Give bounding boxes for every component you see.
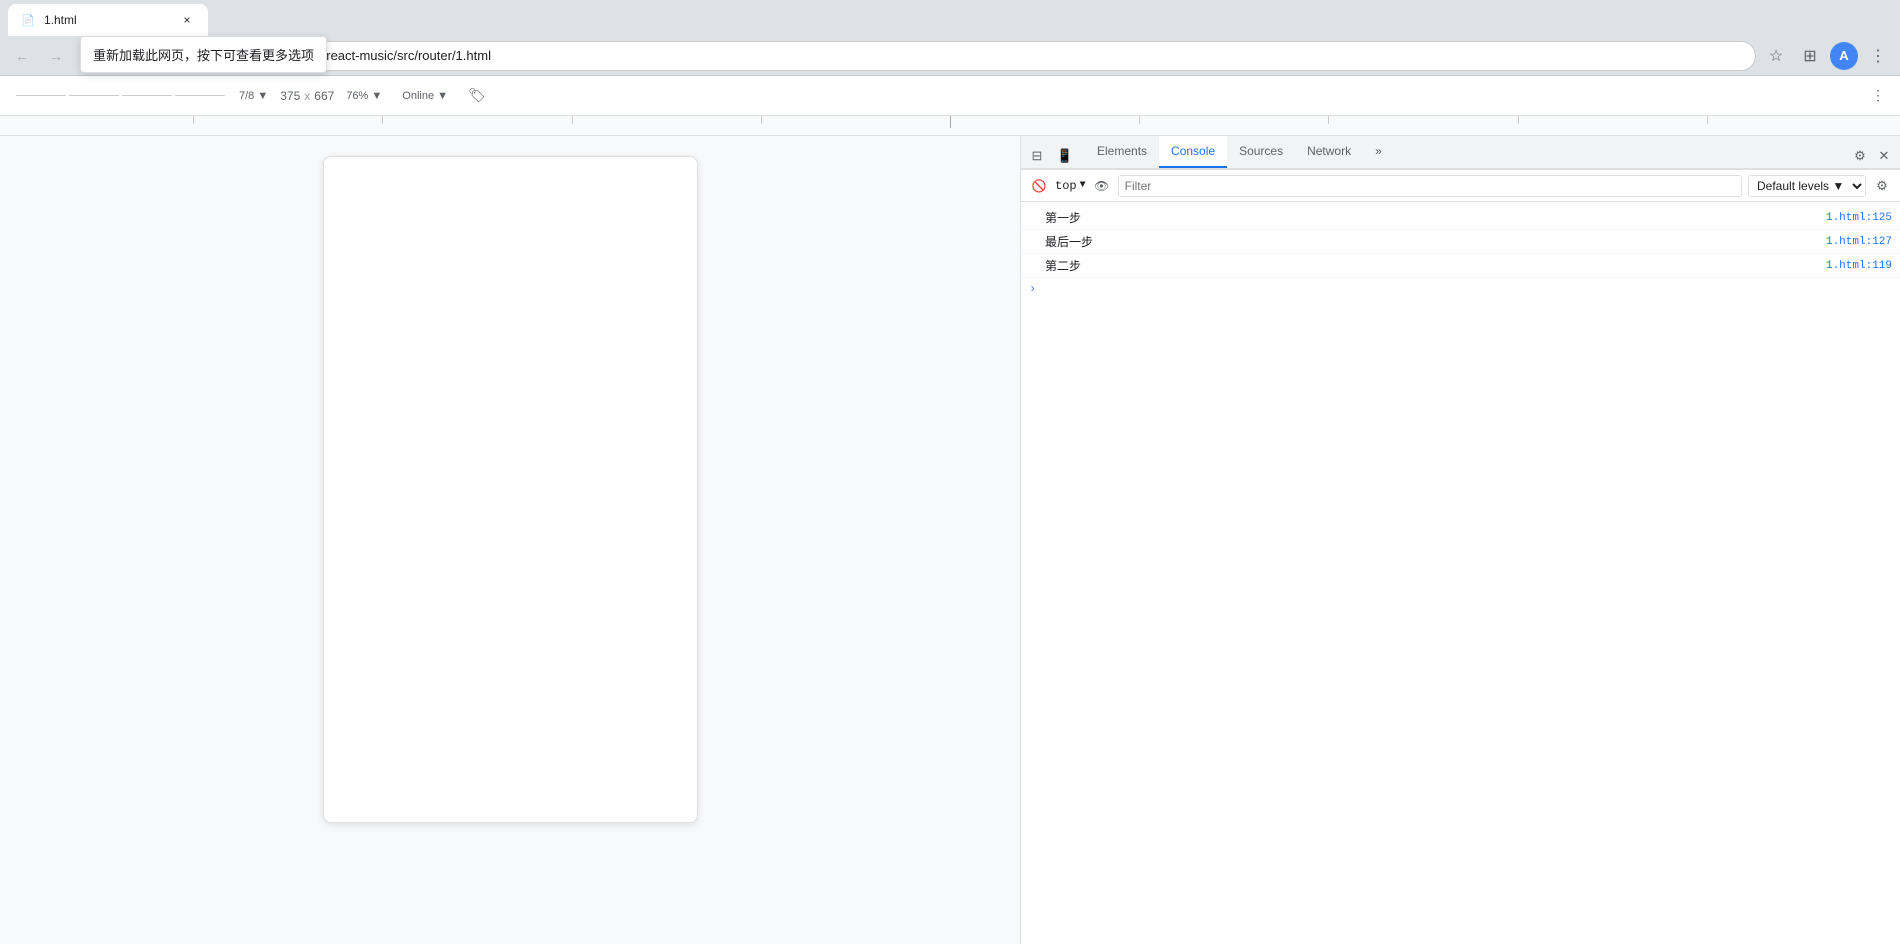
mobile-frame [323, 156, 698, 823]
tab-network[interactable]: Network [1295, 136, 1363, 168]
dimensions-display: 7/8 ▼ 375 x 667 76% ▼ Online ▼ 🏷 [231, 84, 494, 108]
tab-sources[interactable]: Sources [1227, 136, 1295, 168]
console-context-value: top [1055, 179, 1077, 193]
extensions-button[interactable]: ⊞ [1796, 42, 1824, 70]
tab-console-label: Console [1171, 144, 1215, 158]
width-value: 375 [280, 89, 300, 103]
console-entry-2[interactable]: 第二步 1.html:119 [1021, 254, 1900, 278]
console-entry-0[interactable]: 第一步 1.html:125 [1021, 206, 1900, 230]
entry-source-1[interactable]: 1.html:127 [1826, 236, 1892, 248]
menu-icon: ⋮ [1870, 46, 1886, 66]
console-prompt[interactable]: › [1021, 278, 1900, 300]
devtools-dock-button[interactable]: ⊟ [1025, 144, 1049, 168]
tab-bar: 📄 1.html × [0, 0, 1900, 36]
gear-icon: ⚙ [1876, 178, 1888, 194]
zoom-button[interactable]: 76% ▼ [338, 84, 390, 108]
entry-text-0: 第一步 [1045, 209, 1826, 226]
console-output: 第一步 1.html:125 最后一步 1.html:127 第二步 1.htm… [1021, 202, 1900, 944]
network-button[interactable]: Online ▼ [394, 84, 456, 108]
devtools-tabs-row: ⊟ 📱 Elements Console Sources [1021, 136, 1900, 170]
responsive-toolbar: 7/8 ▼ 375 x 667 76% ▼ Online ▼ 🏷 ⋮ [0, 76, 1900, 116]
devtools-more-button[interactable]: ⋮ [1864, 82, 1892, 110]
prompt-arrow: › [1029, 282, 1036, 296]
ruler-bar [0, 116, 1900, 136]
star-icon: ☆ [1769, 46, 1783, 66]
menu-button[interactable]: ⋮ [1864, 42, 1892, 70]
tab-elements-label: Elements [1097, 144, 1147, 158]
browser-window: 📄 1.html × ← → ↻ 重新加载此网页，按下可查看更多选项 ⓘ 文件 … [0, 0, 1900, 944]
forward-icon: → [49, 48, 63, 64]
responsive-controls: 7/8 ▼ 375 x 667 76% ▼ Online ▼ 🏷 [8, 84, 502, 108]
address-bar[interactable]: ⓘ 文件 | C:/Users/86180/Desktop/react-musi… [110, 41, 1756, 71]
star-button[interactable]: ☆ [1762, 42, 1790, 70]
dimension-separator: x [304, 89, 310, 103]
entry-text-1: 最后一步 [1045, 233, 1826, 250]
console-clear-icon: 🚫 [1032, 179, 1047, 193]
tab-sources-label: Sources [1239, 144, 1283, 158]
tag-button[interactable]: 🏷 [460, 84, 494, 108]
eye-icon: 👁 [1094, 179, 1109, 193]
console-levels-select[interactable]: Default levels ▼ [1748, 175, 1866, 197]
tab-elements[interactable]: Elements [1085, 136, 1159, 168]
console-gear-button[interactable]: ⚙ [1872, 176, 1892, 196]
devtools-settings-button[interactable]: ⚙ [1848, 144, 1872, 168]
active-tab[interactable]: 📄 1.html × [8, 4, 208, 36]
back-button[interactable]: ← [8, 42, 36, 70]
reload-tooltip: 重新加载此网页，按下可查看更多选项 [80, 36, 327, 73]
tab-favicon: 📄 [20, 12, 36, 28]
address-bar-container: ⓘ 文件 | C:/Users/86180/Desktop/react-musi… [110, 41, 1756, 71]
extensions-icon: ⊞ [1803, 46, 1816, 66]
responsive-size-button[interactable]: 7/8 ▼ [231, 84, 276, 108]
chevron-down-icon: ▼ [1080, 180, 1086, 191]
console-context-selector[interactable]: top ▼ [1055, 175, 1086, 197]
entry-source-2[interactable]: 1.html:119 [1826, 260, 1892, 272]
devtools-mobile-button[interactable]: 📱 [1053, 144, 1077, 168]
entry-source-0[interactable]: 1.html:125 [1826, 212, 1892, 224]
devtools-close-icon: ✕ [1879, 148, 1890, 164]
devtools-panel: ⊟ 📱 Elements Console Sources [1020, 136, 1900, 944]
tab-network-label: Network [1307, 144, 1351, 158]
console-clear-button[interactable]: 🚫 [1029, 176, 1049, 196]
back-icon: ← [15, 48, 29, 64]
devtools-mobile-icon: 📱 [1057, 148, 1073, 164]
entry-text-2: 第二步 [1045, 257, 1826, 274]
tab-console[interactable]: Console [1159, 136, 1227, 168]
title-bar: ← → ↻ 重新加载此网页，按下可查看更多选项 ⓘ 文件 | C:/Users/… [0, 36, 1900, 76]
browser-viewport [0, 136, 1020, 944]
height-value: 667 [314, 89, 334, 103]
profile-avatar[interactable]: A [1830, 42, 1858, 70]
devtools-close-button[interactable]: ✕ [1872, 144, 1896, 168]
tab-more-label: » [1375, 144, 1382, 158]
tab-title: 1.html [44, 13, 170, 27]
devtools-settings-icon: ⚙ [1854, 148, 1866, 164]
console-toolbar: 🚫 top ▼ 👁 Default levels ▼ ⚙ [1021, 170, 1900, 202]
console-filter-input[interactable] [1118, 175, 1742, 197]
console-eye-button[interactable]: 👁 [1092, 176, 1112, 196]
main-area: ⊟ 📱 Elements Console Sources [0, 136, 1900, 944]
devtools-dock-icon: ⊟ [1032, 148, 1043, 164]
forward-button[interactable]: → [42, 42, 70, 70]
console-entry-1[interactable]: 最后一步 1.html:127 [1021, 230, 1900, 254]
tooltip-text: 重新加载此网页，按下可查看更多选项 [93, 48, 314, 63]
tab-more[interactable]: » [1363, 136, 1394, 168]
tab-close-button[interactable]: × [178, 11, 196, 29]
